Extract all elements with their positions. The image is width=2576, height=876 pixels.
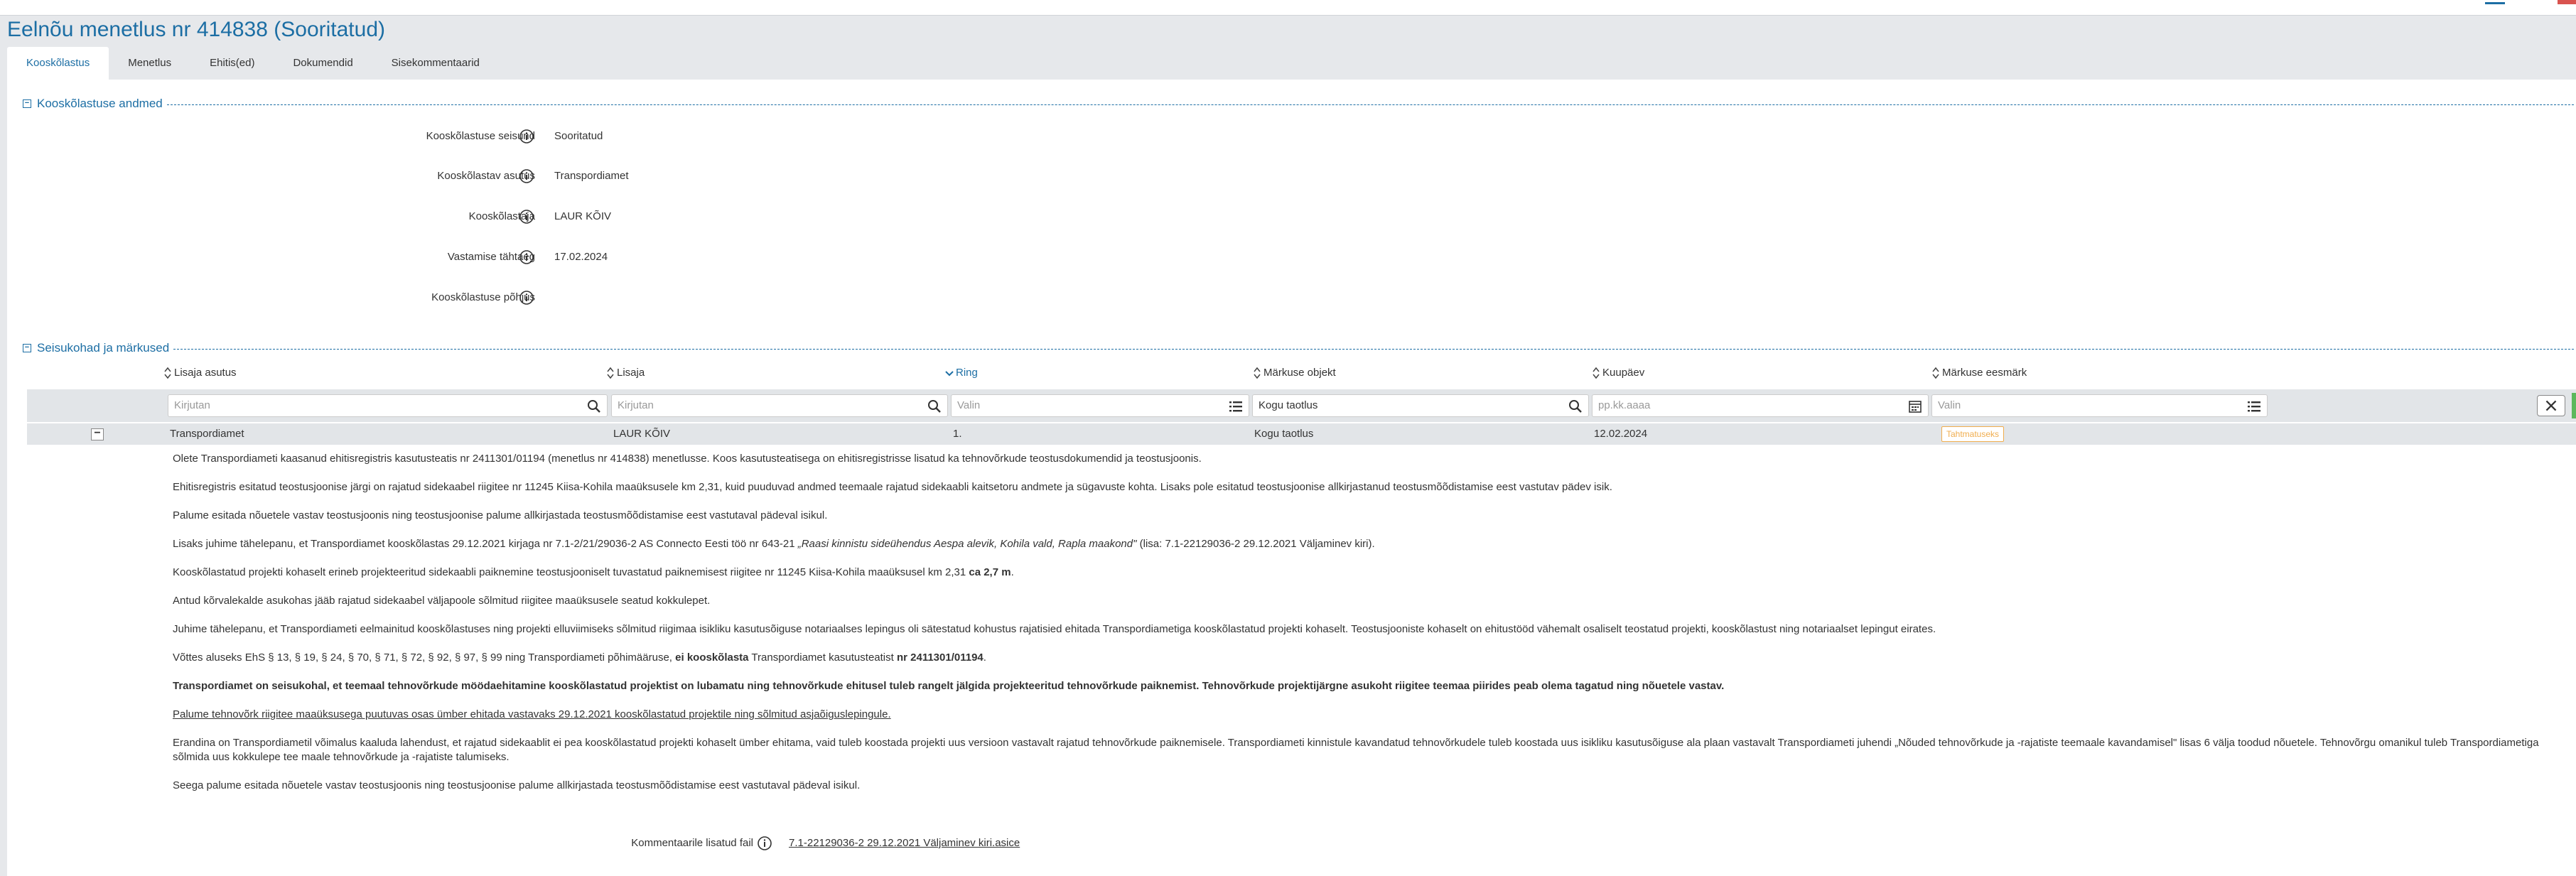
attachment-row: Kommentaarile lisatud fail 7.1-22129036-… — [7, 834, 1073, 853]
filter-lisaja-input[interactable]: Kirjutan — [611, 394, 948, 417]
info-icon[interactable] — [519, 209, 534, 225]
column-header-kuupaev[interactable]: Kuupäev — [1592, 364, 1644, 382]
sort-icon — [1593, 367, 1600, 379]
comment-paragraph: Erandina on Transpordiametil võimalus ka… — [173, 737, 2539, 763]
top-toolbar-button[interactable] — [2485, 0, 2505, 4]
filter-lisaja-asutus-input[interactable]: Kirjutan — [168, 394, 608, 417]
filter-bar: Kirjutan Kirjutan Valin Kogu taotlus pp.… — [27, 389, 2576, 422]
tab-bar: Kooskõlastus Menetlus Ehitis(ed) Dokumen… — [7, 47, 499, 80]
calendar-icon[interactable] — [1908, 399, 1922, 413]
comment-paragraph: Seega palume esitada nõuetele vastav teo… — [173, 779, 861, 791]
field-row-pohjus: Kooskõlastuse põhjus — [7, 287, 647, 308]
sort-icon — [164, 367, 171, 379]
filter-markuse-objekt-input[interactable]: Kogu taotlus — [1252, 394, 1589, 417]
field-row-tahtaeg: Vastamise tähtaeg 17.02.2024 — [7, 247, 647, 268]
add-button[interactable] — [2572, 393, 2576, 418]
column-header-lisaja[interactable]: Lisaja — [606, 364, 645, 382]
table-row[interactable]: − Transpordiamet LAUR KÕIV 1. Kogu taotl… — [27, 423, 2576, 445]
collapse-row-button[interactable]: − — [91, 428, 104, 440]
filter-placeholder: Valin — [1938, 399, 1961, 411]
filter-placeholder: Kirjutan — [174, 399, 210, 411]
info-icon[interactable] — [519, 249, 534, 265]
column-label: Märkuse eesmärk — [1942, 367, 2027, 379]
field-value: Transpordiamet — [554, 170, 629, 182]
filter-placeholder: Valin — [957, 399, 981, 411]
column-label: Kuupäev — [1602, 367, 1645, 379]
sort-desc-icon — [945, 371, 954, 377]
comment-paragraph: Lisaks juhime tähelepanu, et Transpordia… — [173, 538, 1375, 550]
search-icon[interactable] — [927, 399, 942, 413]
info-icon[interactable] — [519, 290, 534, 305]
list-icon[interactable] — [1229, 399, 1243, 413]
comment-paragraph: Palume esitada nõuetele vastav teostusjo… — [173, 509, 828, 521]
field-row-seisund: Kooskõlastuse seisund Sooritatud — [7, 126, 647, 147]
cell-lisaja-asutus: Transpordiamet — [170, 428, 244, 440]
comment-paragraph: Palume tehnovõrk riigitee maaüksusega pu… — [173, 708, 891, 720]
filter-markuse-eesmark-select[interactable]: Valin — [1931, 394, 2268, 417]
sort-icon — [1254, 367, 1261, 379]
section-divider — [166, 104, 2574, 105]
cell-kuupaev: 12.02.2024 — [1594, 428, 1648, 440]
cell-ring: 1. — [953, 428, 962, 440]
info-icon[interactable] — [519, 168, 534, 184]
comment-paragraph: Kooskõlastatud projekti kohaselt erineb … — [173, 566, 1014, 578]
filter-placeholder: Kirjutan — [618, 399, 654, 411]
section-title: Seisukohad ja märkused — [37, 341, 170, 355]
tab-sisekommentaarid[interactable]: Sisekommentaarid — [372, 47, 499, 80]
filter-kuupaev-input[interactable]: pp.kk.aaaa — [1592, 394, 1929, 417]
tab-panel: − Kooskõlastuse andmed Kooskõlastuse sei… — [7, 80, 2576, 876]
field-value: Sooritatud — [554, 130, 603, 142]
field-row-asutus: Kooskõlastav asutus Transpordiamet — [7, 166, 647, 187]
column-header-markuse-objekt[interactable]: Märkuse objekt — [1253, 364, 1336, 382]
column-label: Ring — [956, 367, 978, 379]
filter-placeholder: pp.kk.aaaa — [1598, 399, 1651, 411]
comment-paragraph: Ehitisregistris esitatud teostusjoonise … — [173, 481, 1612, 493]
section-header-seisukohad[interactable]: − Seisukohad ja märkused — [23, 340, 2574, 356]
top-strip — [0, 0, 2576, 16]
attachment-file-link[interactable]: 7.1-22129036-2 29.12.2021 Väljaminev kir… — [789, 834, 1020, 853]
status-badge: Tahtmatuseks — [1941, 426, 2005, 442]
comment-paragraph: Juhime tähelepanu, et Transpordiameti ee… — [173, 623, 1936, 635]
comment-paragraph: Transpordiamet on seisukohal, et teemaal… — [173, 680, 1725, 692]
tab-ehitised[interactable]: Ehitis(ed) — [190, 47, 274, 80]
info-icon[interactable] — [757, 836, 772, 851]
sort-icon — [1932, 367, 1939, 379]
clear-filters-button[interactable] — [2537, 395, 2565, 416]
section-title: Kooskõlastuse andmed — [37, 97, 163, 110]
comment-body: Olete Transpordiameti kaasanud ehitisreg… — [173, 452, 2567, 807]
field-value: LAUR KÕIV — [554, 210, 612, 222]
field-value: 17.02.2024 — [554, 251, 608, 263]
page-title: Eelnõu menetlus nr 414838 (Sooritatud) — [7, 18, 386, 41]
field-row-kooskolastaja: Kooskõlastaja LAUR KÕIV — [7, 206, 647, 227]
info-icon[interactable] — [519, 129, 534, 144]
section-divider — [173, 349, 2574, 350]
comment-paragraph: Antud kõrvalekalde asukohas jääb rajatud… — [173, 595, 711, 607]
search-icon[interactable] — [587, 399, 601, 413]
sort-icon — [607, 367, 614, 379]
column-header-ring[interactable]: Ring — [945, 364, 978, 382]
column-label: Lisaja — [617, 367, 645, 379]
filter-ring-select[interactable]: Valin — [951, 394, 1249, 417]
filter-value: Kogu taotlus — [1259, 399, 1318, 411]
collapse-section-icon[interactable]: − — [23, 344, 31, 352]
collapse-section-icon[interactable]: − — [23, 99, 31, 108]
attachment-label: Kommentaarile lisatud fail — [631, 837, 753, 849]
column-header-lisaja-asutus[interactable]: Lisaja asutus — [163, 364, 237, 382]
close-icon — [2545, 400, 2557, 411]
comment-paragraph: Võttes aluseks EhS § 13, § 19, § 24, § 7… — [173, 651, 986, 664]
search-icon[interactable] — [1568, 399, 1583, 413]
column-header-markuse-eesmark[interactable]: Märkuse eesmärk — [1931, 364, 2027, 382]
top-alert-button[interactable] — [2558, 0, 2576, 4]
list-icon[interactable] — [2247, 399, 2261, 413]
tab-menetlus[interactable]: Menetlus — [109, 47, 190, 80]
column-label: Märkuse objekt — [1263, 367, 1336, 379]
tab-kooskolastus[interactable]: Kooskõlastus — [7, 47, 109, 80]
cell-markuse-objekt: Kogu taotlus — [1254, 428, 1314, 440]
section-header-kooskolastuse-andmed[interactable]: − Kooskõlastuse andmed — [23, 96, 2574, 112]
tab-dokumendid[interactable]: Dokumendid — [274, 47, 372, 80]
cell-lisaja: LAUR KÕIV — [613, 428, 671, 440]
comment-paragraph: Olete Transpordiameti kaasanud ehitisreg… — [173, 453, 1202, 465]
column-label: Lisaja asutus — [174, 367, 237, 379]
